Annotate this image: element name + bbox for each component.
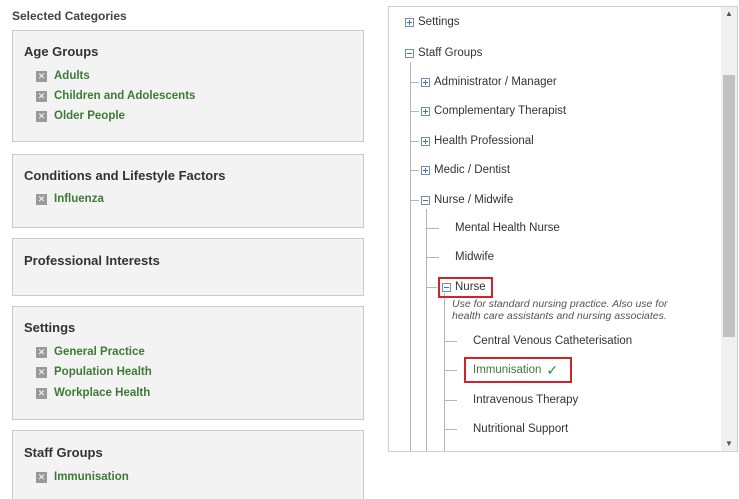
tree-node-label[interactable]: Health Professional: [434, 135, 534, 147]
tree-node-label[interactable]: Complementary Therapist: [434, 105, 566, 117]
category-box-settings: Settings ✕ General Practice ✕ Population…: [12, 306, 364, 420]
remove-icon[interactable]: ✕: [36, 387, 47, 399]
collapse-icon[interactable]: [442, 282, 451, 292]
tree-connector: [410, 200, 419, 201]
tree-connector: [444, 370, 457, 371]
remove-icon[interactable]: ✕: [36, 366, 47, 378]
tree-node-label[interactable]: Settings: [418, 16, 460, 28]
tree-node-label[interactable]: Mental Health Nurse: [455, 222, 560, 234]
tree-node-settings[interactable]: Settings: [405, 13, 460, 31]
selected-item: ✕ Population Health: [36, 365, 152, 379]
tree-connector: [410, 141, 419, 142]
selected-item-label: Immunisation: [54, 471, 129, 483]
category-heading: Conditions and Lifestyle Factors: [24, 168, 226, 183]
selected-item-label: Older People: [54, 110, 125, 122]
selected-item: ✕ Adults: [36, 69, 90, 83]
tree-node-staff-groups[interactable]: Staff Groups: [405, 44, 482, 62]
category-heading: Professional Interests: [24, 253, 160, 268]
remove-icon[interactable]: ✕: [36, 346, 47, 358]
tree-node-label[interactable]: Midwife: [455, 251, 494, 263]
scroll-down-arrow-icon[interactable]: ▼: [721, 437, 737, 451]
tree-node-health-professional[interactable]: Health Professional: [421, 132, 534, 150]
tree-node-label[interactable]: Intravenous Therapy: [473, 394, 578, 406]
category-box-professional-interests: Professional Interests: [12, 238, 364, 296]
selected-item: ✕ Workplace Health: [36, 386, 150, 400]
tree-node-label[interactable]: Staff Groups: [418, 47, 482, 59]
remove-icon[interactable]: ✕: [36, 70, 47, 82]
tree-node-label[interactable]: Central Venous Catheterisation: [473, 335, 632, 347]
tree-connector: [444, 341, 457, 342]
category-tree-panel[interactable]: Settings Staff Groups Administrator / Ma…: [388, 6, 738, 452]
tree-connector: [444, 429, 457, 430]
remove-icon[interactable]: ✕: [36, 471, 47, 483]
tree-node-label[interactable]: Medic / Dentist: [434, 164, 510, 176]
tree-node-immunisation[interactable]: Immunisation ✓: [473, 361, 558, 379]
expand-icon[interactable]: [421, 165, 430, 175]
expand-icon[interactable]: [421, 106, 430, 116]
tree-node-nutritional-support[interactable]: Nutritional Support: [473, 420, 568, 438]
selected-item: ✕ Children and Adolescents: [36, 89, 195, 103]
tree-node-label[interactable]: Administrator / Manager: [434, 76, 557, 88]
tree-connector: [426, 257, 439, 258]
tree-node-midwife[interactable]: Midwife: [455, 248, 494, 266]
expand-icon[interactable]: [421, 77, 430, 87]
remove-icon[interactable]: ✕: [36, 90, 47, 102]
tree-connector: [426, 209, 427, 451]
selected-item-label: Workplace Health: [54, 387, 151, 399]
tree-connector: [426, 228, 439, 229]
tree-connector: [410, 170, 419, 171]
selected-item-label: Adults: [54, 70, 90, 82]
tree-scrollbar[interactable]: ▲ ▼: [721, 7, 737, 451]
tree-node-administrator[interactable]: Administrator / Manager: [421, 73, 557, 91]
expand-icon[interactable]: [421, 136, 430, 146]
expand-icon[interactable]: [405, 17, 414, 27]
scroll-up-arrow-icon[interactable]: ▲: [721, 7, 737, 21]
selected-item: ✕ Influenza: [36, 192, 104, 206]
category-heading: Staff Groups: [24, 445, 103, 460]
tree-node-label[interactable]: Nurse: [455, 281, 486, 293]
remove-icon[interactable]: ✕: [36, 110, 47, 122]
tree-node-mental-health-nurse[interactable]: Mental Health Nurse: [455, 219, 560, 237]
selected-item: ✕ General Practice: [36, 345, 145, 359]
category-box-age-groups: Age Groups ✕ Adults ✕ Children and Adole…: [12, 30, 364, 142]
remove-icon[interactable]: ✕: [36, 193, 47, 205]
tree-node-medic-dentist[interactable]: Medic / Dentist: [421, 161, 510, 179]
tree-node-central-venous-catheterisation[interactable]: Central Venous Catheterisation: [473, 332, 632, 350]
tree-connector: [410, 111, 419, 112]
category-heading: Settings: [24, 320, 76, 335]
selected-item-label: Influenza: [54, 193, 104, 205]
tree-connector: [426, 287, 437, 288]
tree-node-label[interactable]: Immunisation: [473, 364, 541, 376]
tree-node-label[interactable]: Nurse / Midwife: [434, 194, 513, 206]
scrollbar-thumb[interactable]: [723, 75, 735, 337]
tree-node-nurse-midwife[interactable]: Nurse / Midwife: [421, 191, 513, 209]
category-box-staff-groups: Staff Groups ✕ Immunisation: [12, 430, 364, 499]
selected-item-label: General Practice: [54, 346, 145, 358]
selected-item-label: Children and Adolescents: [54, 90, 196, 102]
tree-connector: [410, 82, 419, 83]
selected-item-label: Population Health: [54, 366, 152, 378]
selected-item: ✕ Immunisation: [36, 470, 129, 484]
selected-categories-title: Selected Categories: [12, 9, 127, 23]
tree-connector: [444, 400, 457, 401]
collapse-icon[interactable]: [405, 48, 414, 58]
selected-item: ✕ Older People: [36, 109, 125, 123]
tree-node-intravenous-therapy[interactable]: Intravenous Therapy: [473, 391, 578, 409]
collapse-icon[interactable]: [421, 195, 430, 205]
tree-node-nurse[interactable]: Nurse: [442, 278, 486, 296]
category-box-conditions: Conditions and Lifestyle Factors ✕ Influ…: [12, 154, 364, 228]
nurse-scope-note: Use for standard nursing practice. Also …: [452, 298, 668, 322]
tree-node-complementary-therapist[interactable]: Complementary Therapist: [421, 102, 566, 120]
tree-connector: [410, 62, 411, 451]
tree-node-label[interactable]: Nutritional Support: [473, 423, 568, 435]
category-heading: Age Groups: [24, 44, 99, 59]
checkmark-icon: ✓: [546, 361, 559, 378]
